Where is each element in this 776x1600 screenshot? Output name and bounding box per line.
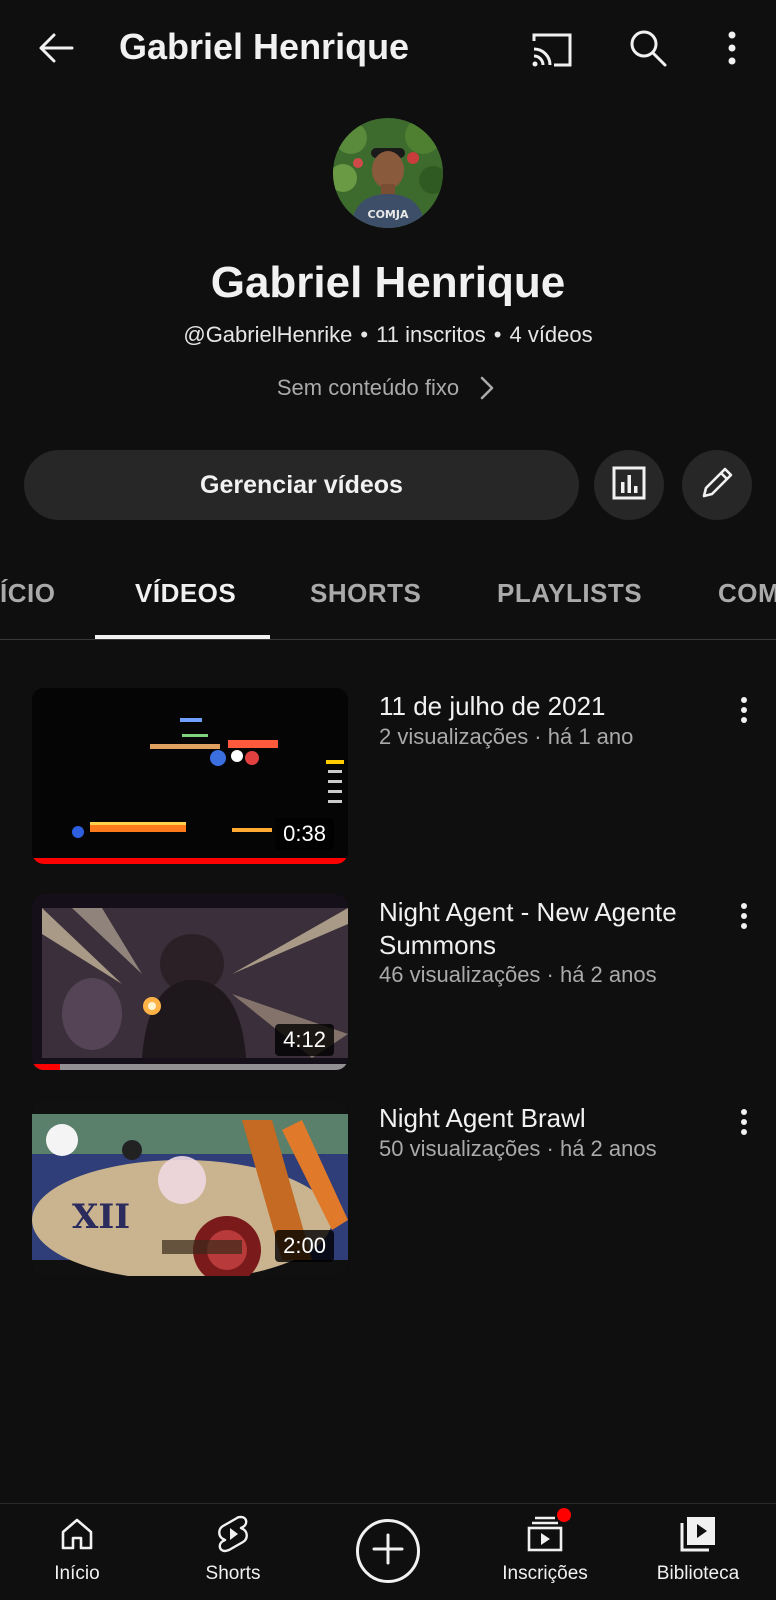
- channel-tabs: ÍCIO VÍDEOS SHORTS PLAYLISTS COM: [0, 560, 776, 640]
- pinned-content-link[interactable]: Sem conteúdo fixo: [0, 375, 776, 401]
- video-duration: 0:38: [275, 818, 334, 850]
- more-vert-icon[interactable]: [724, 896, 764, 936]
- top-app-bar: Gabriel Henrique: [0, 0, 776, 96]
- nav-subscriptions[interactable]: Inscrições: [485, 1508, 605, 1585]
- video-title[interactable]: Night Agent Brawl: [379, 1102, 719, 1135]
- progress-track: [32, 1064, 348, 1070]
- nav-home[interactable]: Início: [17, 1514, 137, 1585]
- tab-inicio[interactable]: ÍCIO: [0, 578, 55, 609]
- chevron-right-icon: [479, 375, 499, 401]
- more-vert-icon[interactable]: [706, 22, 758, 74]
- channel-meta: @GabrielHenrike • 11 inscritos • 4 vídeos: [0, 322, 776, 348]
- nav-shorts[interactable]: Shorts: [173, 1514, 293, 1585]
- svg-text:XII: XII: [72, 1197, 130, 1237]
- tab-videos[interactable]: VÍDEOS: [135, 578, 236, 609]
- video-meta: 50 visualizações · há 2 anos: [379, 1136, 657, 1161]
- avatar-shirt-text: COMJA: [368, 208, 409, 221]
- tab-playlists[interactable]: PLAYLISTS: [497, 578, 642, 609]
- pinned-content-label: Sem conteúdo fixo: [276, 375, 460, 400]
- watch-progress-bar: [32, 1064, 61, 1070]
- shorts-icon: [213, 1514, 253, 1554]
- video-duration: 2:00: [275, 1230, 334, 1262]
- pencil-icon: [698, 464, 736, 507]
- video-title[interactable]: Night Agent - New Agente Summons: [379, 896, 719, 962]
- analytics-icon: [611, 465, 647, 506]
- nav-label: Início: [54, 1563, 100, 1584]
- video-item[interactable]: 4:12 Night Agent - New Agente Summons 46…: [0, 894, 776, 1074]
- video-meta: 46 visualizações · há 2 anos: [379, 962, 657, 987]
- more-vert-icon[interactable]: [724, 1102, 764, 1142]
- home-icon: [57, 1514, 97, 1554]
- nav-library[interactable]: Biblioteca: [638, 1514, 758, 1585]
- watch-progress-bar: [32, 858, 348, 864]
- search-icon[interactable]: [622, 22, 674, 74]
- video-title[interactable]: 11 de julho de 2021: [379, 690, 719, 723]
- manage-videos-button[interactable]: Gerenciar vídeos: [24, 450, 579, 520]
- page-title: Gabriel Henrique: [119, 26, 410, 67]
- more-vert-icon[interactable]: [724, 690, 764, 730]
- video-count: 4 vídeos: [509, 322, 593, 347]
- nav-label: Inscrições: [502, 1563, 588, 1584]
- edit-channel-button[interactable]: [682, 450, 752, 520]
- video-thumbnail[interactable]: 0:38: [32, 688, 348, 864]
- video-item[interactable]: XII 2:00 Night Agent Brawl 50 visualizaç…: [0, 1100, 776, 1280]
- analytics-button[interactable]: [594, 450, 664, 520]
- tab-shorts[interactable]: SHORTS: [310, 578, 421, 609]
- library-icon: [678, 1514, 718, 1554]
- notification-dot: [557, 1508, 571, 1522]
- cast-icon[interactable]: [526, 24, 578, 76]
- create-plus-icon: [370, 1531, 406, 1572]
- channel-name: Gabriel Henrique: [210, 258, 566, 307]
- video-thumbnail[interactable]: XII 2:00: [32, 1100, 348, 1276]
- subscriptions-icon: [525, 1508, 571, 1554]
- video-meta: 2 visualizações · há 1 ano: [379, 724, 634, 749]
- video-item[interactable]: 0:38 11 de julho de 2021 2 visualizações…: [0, 688, 776, 868]
- nav-label: Biblioteca: [656, 1563, 740, 1584]
- channel-avatar[interactable]: COMJA: [333, 118, 443, 228]
- meta-separator: •: [360, 322, 369, 347]
- video-thumbnail[interactable]: 4:12: [32, 894, 348, 1070]
- active-tab-indicator: [95, 635, 270, 639]
- subscriber-count: 11 inscritos: [376, 322, 486, 347]
- tab-community[interactable]: COM: [718, 578, 776, 609]
- video-duration: 4:12: [275, 1024, 334, 1056]
- channel-handle: @GabrielHenrike: [183, 322, 353, 347]
- back-arrow-icon[interactable]: [30, 22, 82, 74]
- create-button[interactable]: [356, 1519, 420, 1583]
- meta-separator: •: [493, 322, 502, 347]
- nav-label: Shorts: [205, 1563, 261, 1584]
